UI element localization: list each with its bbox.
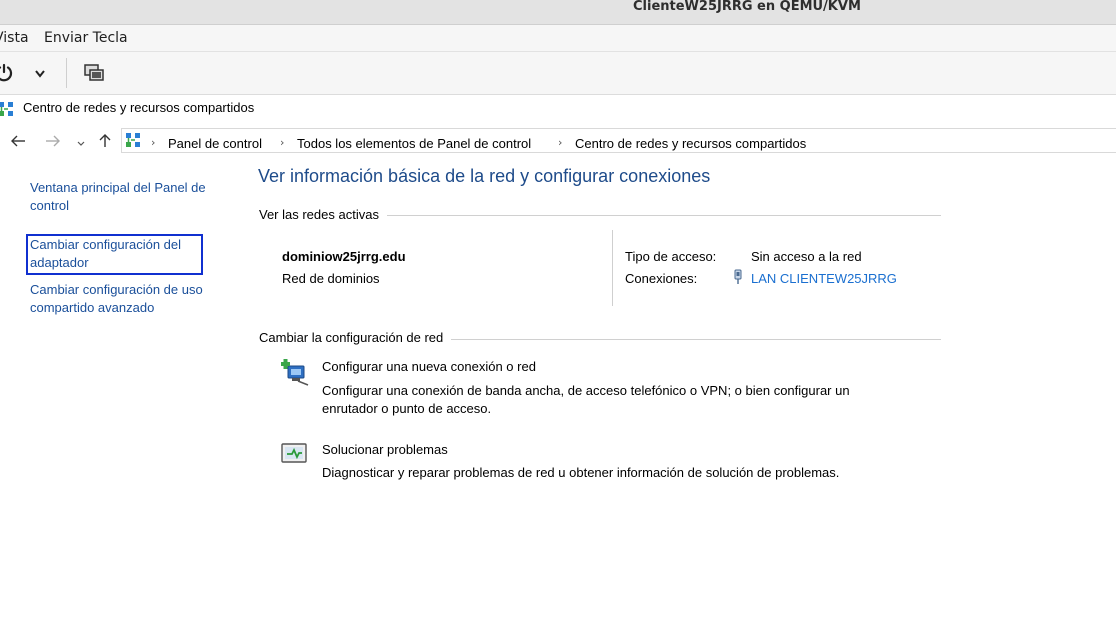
new-connection-desc-line2: enrutador o punto de acceso. (322, 401, 492, 416)
connections-label: Conexiones: (625, 271, 698, 286)
ethernet-icon (733, 269, 743, 285)
page-title: Ver información básica de la red y confi… (258, 166, 711, 186)
new-connection-desc-line1: Configurar una conexión de banda ancha, … (322, 383, 850, 398)
chevron-down-icon[interactable] (76, 137, 86, 146)
new-connection-link[interactable]: Configurar una nueva conexión o red (322, 359, 536, 374)
toolbar-separator (66, 58, 67, 88)
access-type-label: Tipo de acceso: (625, 249, 717, 264)
troubleshoot-desc: Diagnosticar y reparar problemas de red … (322, 465, 840, 480)
breadcrumb-separator[interactable]: › (151, 136, 155, 149)
network-name: dominiow25jrrg.edu (282, 249, 406, 264)
new-connection-icon (280, 358, 310, 386)
sidebar-item-panel-principal[interactable]: Ventana principal del Panel de control (30, 179, 230, 215)
window-title: Centro de redes y recursos compartidos (23, 100, 255, 115)
screens-icon[interactable] (84, 64, 104, 82)
address-bar: › Panel de control › Todos los elementos… (0, 126, 1116, 156)
host-toolbar (0, 52, 1116, 95)
host-menubar: Vista Enviar Tecla (0, 25, 1116, 52)
arrow-up-icon[interactable] (98, 132, 112, 148)
chevron-down-icon[interactable] (34, 68, 46, 78)
breadcrumb-centro-de-redes[interactable]: Centro de redes y recursos compartidos (575, 136, 806, 151)
active-networks-heading: Ver las redes activas (259, 207, 387, 222)
troubleshoot-link[interactable]: Solucionar problemas (322, 442, 448, 457)
menu-enviar-tecla[interactable]: Enviar Tecla (44, 30, 128, 46)
network-center-icon (125, 132, 141, 148)
change-settings-heading: Cambiar la configuración de red (259, 330, 452, 345)
breadcrumb-todos-los-elementos[interactable]: Todos los elementos de Panel de control (297, 136, 531, 151)
host-titlebar: ClienteW25JRRG en QEMU/KVM (0, 0, 1116, 25)
access-type-value: Sin acceso a la red (751, 249, 862, 264)
window-titlebar: Centro de redes y recursos compartidos (0, 95, 1116, 122)
network-type: Red de dominios (282, 271, 380, 286)
arrow-left-icon[interactable] (10, 134, 26, 148)
connection-link[interactable]: LAN CLIENTEW25JRRG (751, 271, 897, 286)
troubleshoot-icon (280, 441, 310, 467)
arrow-right-icon[interactable] (45, 134, 61, 148)
guest-window: Centro de redes y recursos compartidos ›… (0, 95, 1116, 623)
network-divider (612, 230, 613, 306)
breadcrumb-separator[interactable]: › (280, 136, 284, 149)
menu-vista[interactable]: Vista (0, 30, 29, 46)
host-window-title: ClienteW25JRRG en QEMU/KVM (633, 0, 861, 14)
breadcrumb-separator[interactable]: › (558, 136, 562, 149)
breadcrumb-panel-de-control[interactable]: Panel de control (168, 136, 262, 151)
power-icon[interactable] (0, 63, 14, 83)
sidebar-item-configuracion-adaptador[interactable]: Cambiar configuración del adaptador (30, 236, 202, 272)
network-center-icon (0, 101, 14, 117)
sidebar-item-uso-compartido-avanzado[interactable]: Cambiar configuración de uso compartido … (30, 281, 230, 317)
address-box[interactable]: › Panel de control › Todos los elementos… (121, 128, 1116, 153)
